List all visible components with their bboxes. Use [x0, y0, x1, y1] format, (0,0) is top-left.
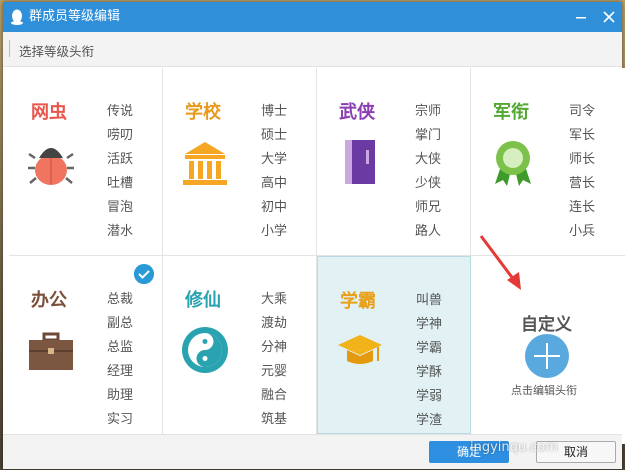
level-item: 实习 [107, 412, 134, 427]
custom-subtitle: 点击编辑头衔 [511, 384, 577, 397]
level-item: 分神 [261, 340, 288, 355]
close-button[interactable] [598, 6, 620, 28]
level-list: 传说 唠叨 活跃 吐槽 冒泡 潜水 [107, 100, 133, 244]
category-card-xuexiao[interactable]: 学校 博士 硕士 大学 高中 初中 小学 [163, 68, 317, 256]
category-name: 学霸 [340, 291, 376, 312]
minimize-button[interactable] [570, 6, 592, 28]
graduation-cap-icon [338, 335, 382, 364]
level-item: 大乘 [261, 292, 288, 307]
level-item: 唠叨 [107, 128, 134, 143]
separator [9, 40, 10, 57]
level-item: 元婴 [261, 364, 288, 379]
level-item: 筑基 [261, 412, 288, 427]
school-building-icon [183, 142, 227, 185]
level-list: 大乘 渡劫 分神 元婴 融合 筑基 [261, 288, 287, 432]
category-card-wuxia[interactable]: 武侠 宗师 掌门 大侠 少侠 师兄 路人 [317, 68, 471, 256]
level-item: 总监 [107, 340, 134, 355]
category-name: 网虫 [31, 102, 67, 123]
category-card-custom[interactable]: 自定义 点击编辑头衔 [471, 235, 625, 444]
watermark: ingyinqu.com [470, 440, 559, 455]
level-item: 宗师 [415, 104, 442, 119]
level-item: 潜水 [107, 224, 134, 239]
level-list: 叫兽 学神 学霸 学酥 学弱 学渣 [416, 289, 442, 433]
yin-yang-icon [182, 327, 228, 373]
level-item: 路人 [415, 224, 442, 239]
level-item: 博士 [261, 104, 288, 119]
level-item: 吐槽 [107, 176, 134, 191]
level-item: 连长 [569, 200, 596, 215]
level-item: 副总 [107, 316, 134, 331]
plus-icon[interactable] [525, 334, 569, 378]
level-item: 融合 [261, 388, 288, 403]
level-item: 冒泡 [107, 200, 134, 215]
subtitle-bar: 选择等级头衔 [3, 32, 622, 67]
level-item: 军长 [569, 128, 596, 143]
red-arrow-annotation [479, 235, 521, 290]
category-card-xiuxian[interactable]: 修仙 大乘 渡劫 分神 元婴 融合 筑基 [163, 256, 317, 444]
checkmark-icon [134, 264, 154, 284]
level-item: 学酥 [416, 365, 443, 380]
level-item: 学神 [416, 317, 443, 332]
level-list: 总裁 副总 总监 经理 助理 实习 [107, 288, 133, 432]
window-title: 群成员等级编辑 [29, 9, 121, 24]
category-name: 办公 [31, 290, 67, 311]
level-item: 师长 [569, 152, 596, 167]
title-category-grid: 网虫 传说 唠叨 活跃 吐槽 冒泡 潜水 学校 博士 硕士 大学 高中 初中 小… [9, 68, 625, 444]
level-item: 硕士 [261, 128, 288, 143]
level-list: 博士 硕士 大学 高中 初中 小学 [261, 100, 287, 244]
category-card-xueba[interactable]: 学霸 叫兽 学神 学霸 学酥 学弱 学渣 [317, 256, 471, 434]
title-bar: 群成员等级编辑 [3, 2, 622, 32]
level-item: 渡劫 [261, 316, 288, 331]
level-list: 司令 军长 师长 营长 连长 小兵 [569, 100, 595, 244]
martial-book-icon [345, 140, 375, 184]
level-item: 学霸 [416, 341, 443, 356]
custom-title: 自定义 [521, 315, 572, 335]
qq-penguin-icon [11, 9, 23, 25]
section-subtitle: 选择等级头衔 [19, 44, 95, 59]
category-card-wangchong[interactable]: 网虫 传说 唠叨 活跃 吐槽 冒泡 潜水 [9, 68, 163, 256]
level-item: 学渣 [416, 413, 443, 428]
level-item: 经理 [107, 364, 134, 379]
level-item: 叫兽 [416, 293, 443, 308]
level-item: 少侠 [415, 176, 442, 191]
level-item: 总裁 [107, 292, 134, 307]
level-item: 初中 [261, 200, 288, 215]
level-item: 大学 [261, 152, 288, 167]
level-item: 活跃 [107, 152, 134, 167]
level-item: 传说 [107, 104, 134, 119]
briefcase-icon [29, 332, 73, 370]
category-name: 修仙 [185, 290, 221, 311]
category-card-bangong[interactable]: 办公 总裁 副总 总监 经理 助理 实习 [9, 256, 163, 444]
minimize-icon [576, 17, 586, 19]
medal-icon [495, 141, 531, 186]
dialog-window: 群成员等级编辑 选择等级头衔 网虫 传说 唠叨 活跃 吐槽 冒泡 潜水 学校 博… [3, 2, 625, 469]
category-name: 学校 [185, 102, 221, 123]
level-item: 大侠 [415, 152, 442, 167]
level-item: 掌门 [415, 128, 442, 143]
category-card-junxian[interactable]: 军衔 司令 军长 师长 营长 连长 小兵 [471, 68, 625, 256]
level-item: 学弱 [416, 389, 443, 404]
level-item: 营长 [569, 176, 596, 191]
category-name: 军衔 [493, 102, 529, 123]
close-icon [603, 11, 615, 23]
category-name: 武侠 [339, 102, 375, 123]
level-item: 高中 [261, 176, 288, 191]
level-item: 司令 [569, 104, 596, 119]
level-item: 小兵 [569, 224, 596, 239]
level-item: 助理 [107, 388, 134, 403]
level-item: 小学 [261, 224, 288, 239]
level-list: 宗师 掌门 大侠 少侠 师兄 路人 [415, 100, 441, 244]
bug-icon [28, 148, 74, 185]
level-item: 师兄 [415, 200, 442, 215]
